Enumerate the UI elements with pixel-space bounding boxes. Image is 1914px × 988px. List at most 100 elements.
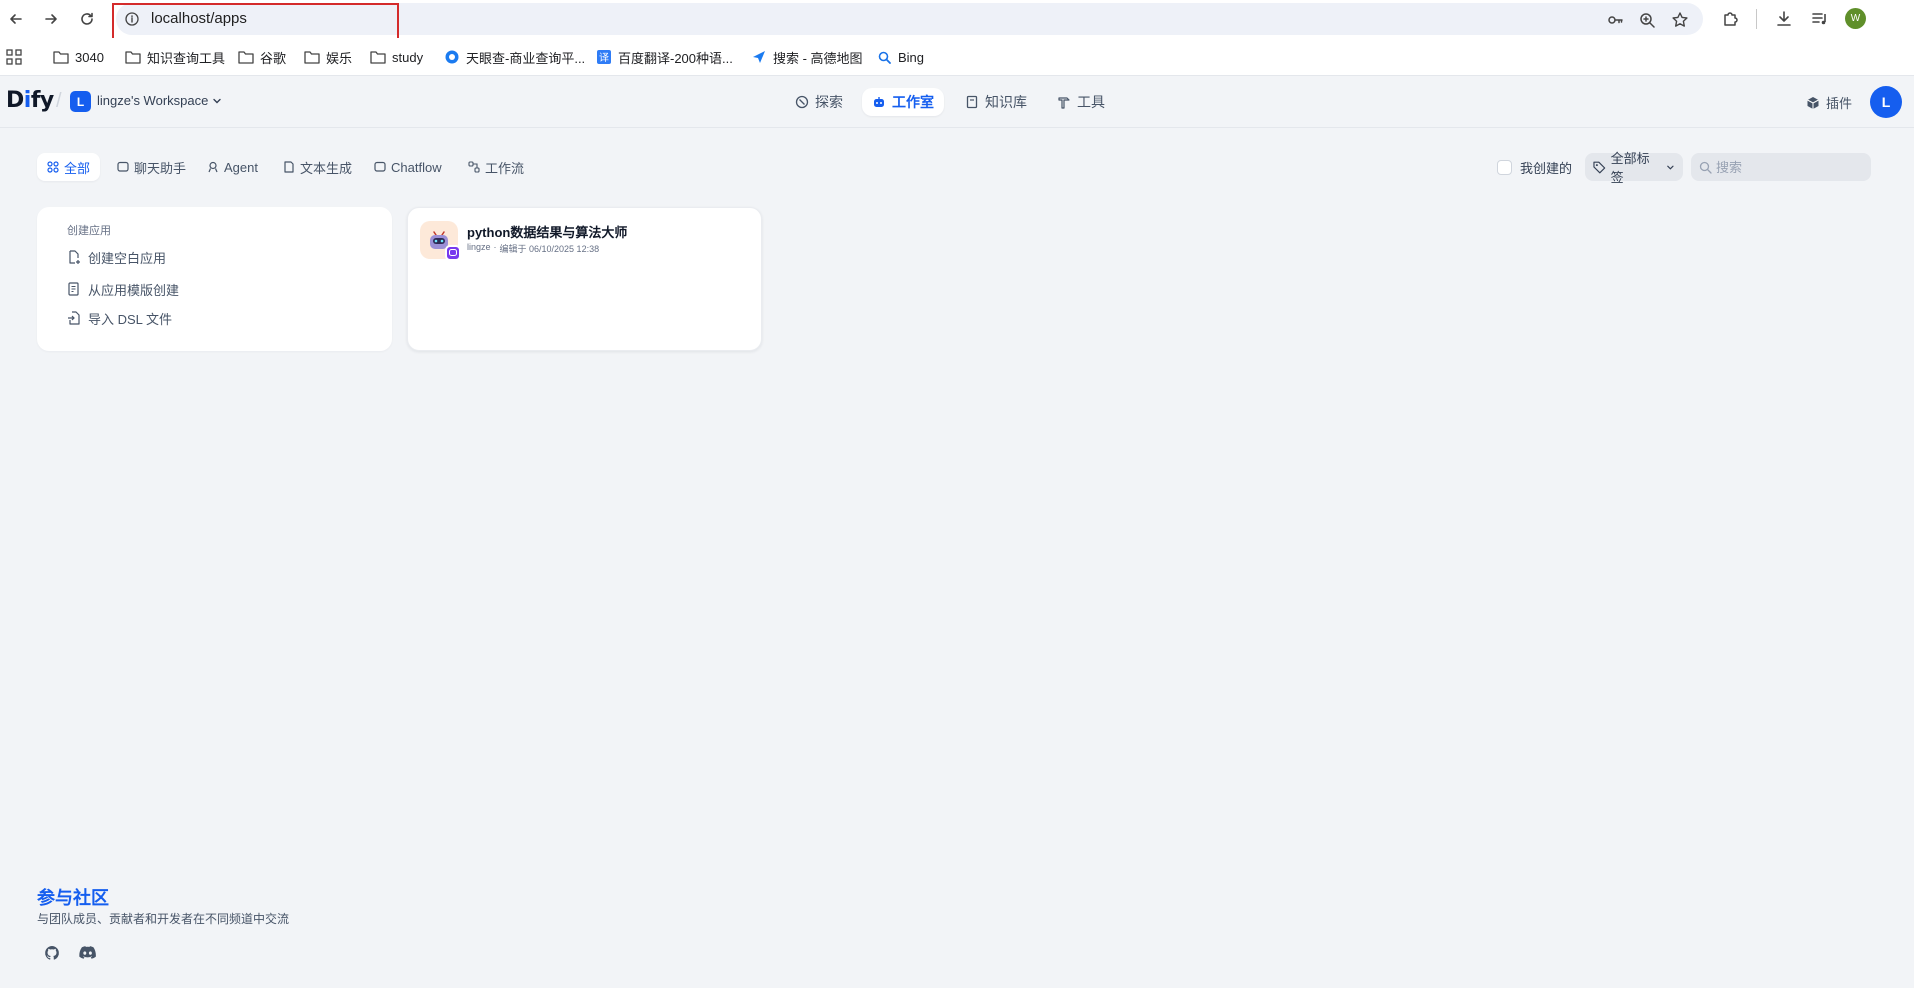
address-bar[interactable]: localhost/apps — [116, 3, 1703, 35]
app-name: python数据结果与算法大师 — [467, 225, 628, 240]
profile-avatar[interactable]: W — [1845, 8, 1866, 29]
bookmark-item[interactable]: 谷歌 — [238, 48, 286, 66]
community-description: 与团队成员、贡献者和开发者在不同频道中交流 — [37, 912, 290, 926]
nav-label: 工具 — [1077, 94, 1105, 110]
search-input[interactable] — [1716, 159, 1856, 175]
bookmark-item[interactable]: study — [370, 48, 423, 66]
tab-workflow[interactable]: 工作流 — [458, 153, 534, 181]
nav-label: 工作室 — [892, 94, 934, 110]
apps-grid-button[interactable] — [6, 48, 22, 66]
create-item-label: 从应用模版创建 — [88, 282, 180, 298]
tab-text-generation[interactable]: 文本生成 — [273, 153, 362, 181]
robot-icon — [874, 97, 884, 107]
bookmark-item[interactable]: 娱乐 — [304, 48, 352, 66]
tab-label: 文本生成 — [300, 160, 353, 176]
tab-all[interactable]: 全部 — [37, 153, 101, 181]
tag-icon — [1593, 161, 1606, 173]
bookmark-label: study — [392, 49, 424, 65]
import-dsl-button[interactable]: 导入 DSL 文件 — [67, 307, 172, 329]
bookmark-label: 3040 — [75, 49, 104, 65]
bookmark-label: 天眼查-商业查询平... — [466, 50, 586, 66]
zoom-icon[interactable] — [1637, 10, 1657, 30]
baidu-translate-icon: 译 — [596, 49, 612, 65]
browser-toolbar: localhost/apps W — [0, 0, 1914, 40]
github-icon — [45, 946, 59, 960]
nav-tools[interactable]: 工具 — [1047, 88, 1115, 116]
user-avatar[interactable]: L — [1870, 86, 1902, 118]
site-info-icon[interactable] — [124, 11, 140, 27]
create-blank-app-button[interactable]: 创建空白应用 — [67, 246, 166, 268]
download-icon[interactable] — [1772, 7, 1796, 31]
agent-icon — [208, 161, 218, 173]
bookmark-label: 知识查询工具 — [147, 50, 226, 66]
app-card[interactable]: python数据结果与算法大师 lingze · 编辑于 06/10/2025 … — [407, 207, 762, 351]
workspace-switcher[interactable]: lingze's Workspace — [97, 93, 222, 108]
chevron-down-icon — [213, 98, 222, 103]
extensions-puzzle-icon[interactable] — [1719, 7, 1743, 31]
nav-explore[interactable]: 探索 — [785, 88, 853, 116]
url-text[interactable]: localhost/apps — [151, 10, 247, 27]
apps-grid-icon — [6, 49, 22, 65]
chevron-down-icon — [1667, 165, 1674, 170]
bookmark-item[interactable]: 搜索 - 高德地图 — [751, 48, 863, 66]
workspace-name: lingze's Workspace — [97, 93, 209, 108]
reload-button[interactable] — [75, 7, 99, 31]
created-by-me-checkbox[interactable] — [1497, 160, 1512, 175]
bookmark-item[interactable]: 3040 — [53, 48, 104, 66]
created-by-me-toggle[interactable]: 我创建的 — [1497, 158, 1572, 177]
back-button[interactable] — [4, 7, 28, 31]
chatflow-icon — [374, 161, 386, 172]
create-app-card: 创建应用 创建空白应用 从应用模版创建 导入 DSL 文件 — [37, 207, 392, 351]
app-author: lingze — [467, 242, 491, 252]
discord-link[interactable] — [75, 941, 99, 965]
book-icon — [966, 95, 978, 109]
community-title: 参与社区 — [37, 888, 109, 908]
bookmark-item[interactable]: Bing — [876, 48, 924, 66]
created-by-me-label: 我创建的 — [1520, 161, 1573, 176]
bookmark-item[interactable]: 天眼查-商业查询平... — [444, 48, 585, 66]
bookmark-label: 搜索 - 高德地图 — [773, 50, 863, 66]
bookmark-item[interactable]: 知识查询工具 — [125, 48, 225, 66]
folder-icon — [304, 49, 320, 65]
app-type-badge — [445, 245, 461, 261]
tab-label: 聊天助手 — [134, 160, 187, 176]
file-plus-icon — [69, 250, 80, 264]
nav-knowledge[interactable]: 知识库 — [955, 88, 1037, 116]
workspace-avatar[interactable]: L — [70, 91, 91, 112]
folder-icon — [125, 49, 141, 65]
create-item-label: 创建空白应用 — [88, 250, 167, 266]
reload-icon — [81, 12, 93, 25]
bookmark-label: 谷歌 — [260, 50, 287, 66]
text-icon — [284, 161, 294, 173]
chat-bubble-icon — [449, 249, 457, 256]
nav-studio[interactable]: 工作室 — [862, 88, 944, 116]
forward-button[interactable] — [39, 7, 63, 31]
grid-icon — [47, 161, 59, 173]
bookmark-star-icon[interactable] — [1670, 10, 1690, 30]
github-link[interactable] — [40, 941, 64, 965]
tab-agent[interactable]: Agent — [197, 153, 268, 181]
bookmarks-bar: 3040 知识查询工具 谷歌 娱乐 study 天眼查-商业查询平... 译 百… — [0, 38, 1914, 76]
app-search[interactable] — [1691, 153, 1871, 181]
import-icon — [68, 311, 80, 325]
hammer-icon — [1058, 97, 1070, 109]
create-from-template-button[interactable]: 从应用模版创建 — [67, 278, 179, 300]
password-key-icon[interactable] — [1605, 10, 1625, 30]
folder-icon — [370, 49, 386, 65]
workflow-icon — [468, 161, 480, 173]
dify-logo[interactable]: Dify — [6, 88, 54, 113]
tab-chatflow[interactable]: Chatflow — [364, 153, 452, 181]
media-playlist-icon[interactable] — [1808, 7, 1832, 31]
tag-filter-dropdown[interactable]: 全部标签 — [1585, 151, 1683, 185]
bookmark-label: 百度翻译-200种语... — [618, 50, 733, 66]
chat-icon — [117, 161, 129, 172]
meta-separator: · — [493, 242, 497, 252]
plugins-button[interactable]: 插件 — [1806, 93, 1852, 112]
template-icon — [68, 282, 79, 296]
tab-label: 全部 — [64, 160, 91, 176]
folder-icon — [53, 49, 69, 65]
bookmark-item[interactable]: 译 百度翻译-200种语... — [596, 48, 733, 66]
amap-icon — [751, 49, 767, 65]
bing-search-icon — [876, 49, 892, 65]
tab-chat-assistant[interactable]: 聊天助手 — [107, 153, 196, 181]
